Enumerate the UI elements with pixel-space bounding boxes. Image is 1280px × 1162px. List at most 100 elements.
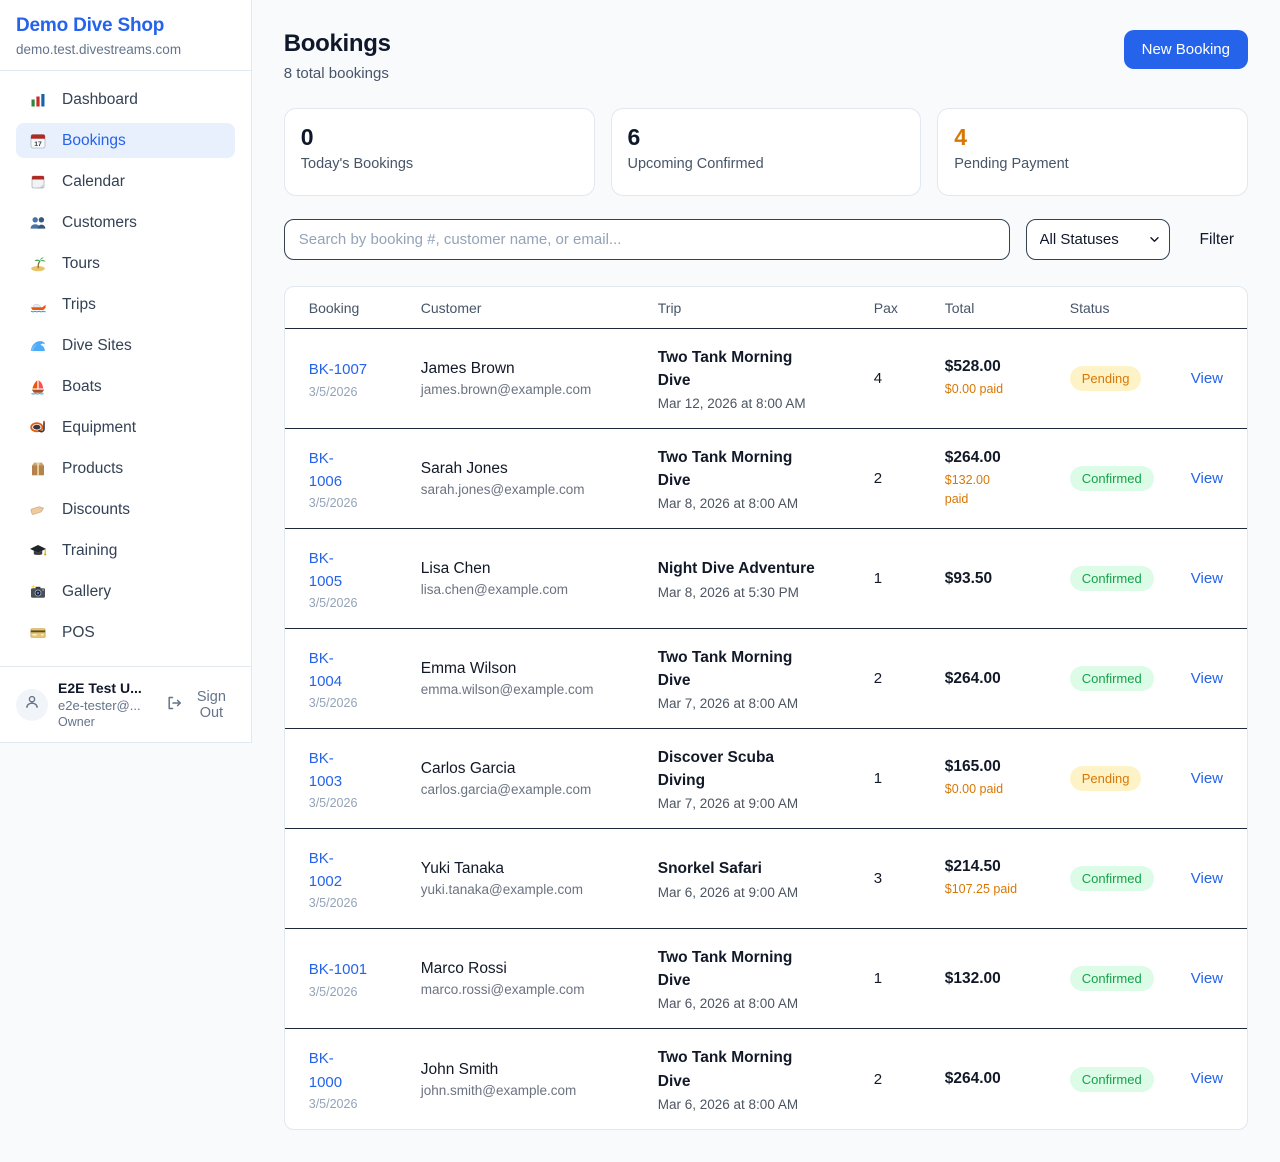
view-link[interactable]: View: [1191, 370, 1223, 387]
sign-out-label: Sign Out: [188, 689, 235, 721]
sidebar-item-products[interactable]: Products: [16, 451, 235, 486]
total-amount: $264.00: [945, 670, 1070, 688]
search-input[interactable]: [284, 219, 1010, 260]
new-booking-button[interactable]: New Booking: [1124, 30, 1248, 69]
calendar-date-icon: 17: [28, 131, 47, 150]
pax-count: 1: [874, 570, 945, 587]
booking-date: 3/5/2026: [309, 696, 421, 710]
diving-mask-icon: [28, 418, 47, 437]
customer-name: John Smith: [421, 1061, 658, 1079]
column-header-customer: Customer: [421, 300, 658, 316]
view-link[interactable]: View: [1191, 670, 1223, 687]
avatar: [16, 689, 48, 721]
camera-flash-icon: [28, 582, 47, 601]
package-icon: [28, 459, 47, 478]
booking-id-link[interactable]: BK-1001: [309, 958, 367, 981]
speedboat-icon: [28, 295, 47, 314]
total-amount: $264.00: [945, 1070, 1070, 1088]
booking-id-link[interactable]: BK- 1005: [309, 547, 342, 594]
customer-name: Emma Wilson: [421, 660, 658, 678]
status-badge: Confirmed: [1070, 466, 1154, 491]
sidebar-item-dashboard[interactable]: Dashboard: [16, 82, 235, 117]
sidebar-item-label: Discounts: [62, 501, 130, 519]
customer-name: Yuki Tanaka: [421, 860, 658, 878]
user-name: E2E Test U...: [58, 680, 156, 696]
user-role: Owner: [58, 715, 156, 729]
booking-id-link[interactable]: BK- 1002: [309, 847, 342, 894]
sidebar-item-label: Customers: [62, 214, 137, 232]
sign-out-button[interactable]: Sign Out: [166, 689, 235, 721]
booking-id-link[interactable]: BK- 1003: [309, 747, 342, 794]
customer-email: james.brown@example.com: [421, 382, 658, 397]
column-header-booking: Booking: [309, 300, 421, 316]
status-badge: Confirmed: [1070, 666, 1154, 691]
sidebar-item-discounts[interactable]: Discounts: [16, 492, 235, 527]
sidebar-item-boats[interactable]: Boats: [16, 369, 235, 404]
view-link[interactable]: View: [1191, 570, 1223, 587]
column-header-total: Total: [945, 300, 1070, 316]
trip-name: Two Tank Morning Dive: [658, 646, 874, 693]
sidebar-item-dive-sites[interactable]: Dive Sites: [16, 328, 235, 363]
filter-button[interactable]: Filter: [1186, 231, 1248, 249]
pax-count: 2: [874, 470, 945, 487]
sidebar-nav: Dashboard 17 Bookings Calendar Customers…: [0, 71, 251, 666]
customer-name: Sarah Jones: [421, 460, 658, 478]
brand: Demo Dive Shop demo.test.divestreams.com: [0, 0, 251, 71]
view-link[interactable]: View: [1191, 770, 1223, 787]
page-title: Bookings: [284, 30, 391, 58]
user-box: E2E Test U... e2e-tester@... Owner Sign …: [0, 666, 251, 742]
trip-datetime: Mar 6, 2026 at 8:00 AM: [658, 996, 874, 1011]
sidebar-item-bookings[interactable]: 17 Bookings: [16, 123, 235, 158]
stat-label: Upcoming Confirmed: [628, 156, 905, 172]
graduation-cap-icon: [28, 541, 47, 560]
customer-name: Carlos Garcia: [421, 760, 658, 778]
sidebar-item-training[interactable]: Training: [16, 533, 235, 568]
booking-date: 3/5/2026: [309, 985, 421, 999]
brand-title: Demo Dive Shop: [16, 15, 235, 37]
stat-value: 4: [954, 124, 1231, 151]
booking-id-link[interactable]: BK- 1000: [309, 1047, 342, 1094]
trip-datetime: Mar 7, 2026 at 8:00 AM: [658, 696, 874, 711]
view-link[interactable]: View: [1191, 870, 1223, 887]
pax-count: 2: [874, 670, 945, 687]
sidebar-item-pos[interactable]: POS: [16, 615, 235, 650]
table-row: BK-10013/5/2026 Marco Rossimarco.rossi@e…: [285, 929, 1247, 1029]
sidebar-item-gallery[interactable]: Gallery: [16, 574, 235, 609]
trip-datetime: Mar 8, 2026 at 5:30 PM: [658, 585, 874, 600]
status-select[interactable]: All Statuses: [1026, 219, 1170, 260]
customer-email: john.smith@example.com: [421, 1083, 658, 1098]
person-icon: [23, 693, 41, 716]
stat-label: Today's Bookings: [301, 156, 578, 172]
sidebar-item-label: Gallery: [62, 583, 111, 601]
status-select-wrap: All Statuses: [1026, 219, 1170, 260]
sidebar-item-tours[interactable]: Tours: [16, 246, 235, 281]
booking-date: 3/5/2026: [309, 596, 421, 610]
customer-email: lisa.chen@example.com: [421, 582, 658, 597]
sidebar-item-label: Trips: [62, 296, 96, 314]
view-link[interactable]: View: [1191, 1070, 1223, 1087]
trip-name: Night Dive Adventure: [658, 557, 874, 580]
total-amount: $132.00: [945, 970, 1070, 988]
view-link[interactable]: View: [1191, 970, 1223, 987]
svg-text:17: 17: [34, 140, 42, 147]
view-link[interactable]: View: [1191, 470, 1223, 487]
customer-name: Lisa Chen: [421, 560, 658, 578]
customer-name: James Brown: [421, 360, 658, 378]
sidebar-item-label: Boats: [62, 378, 102, 396]
status-badge: Confirmed: [1070, 966, 1154, 991]
sidebar-item-label: Dive Sites: [62, 337, 132, 355]
sidebar-item-calendar[interactable]: Calendar: [16, 164, 235, 199]
table-header: Booking Customer Trip Pax Total Status: [285, 287, 1247, 329]
booking-id-link[interactable]: BK-1007: [309, 358, 367, 381]
label-tag-icon: [28, 500, 47, 519]
sidebar-item-customers[interactable]: Customers: [16, 205, 235, 240]
table-row: BK-10073/5/2026 James Brownjames.brown@e…: [285, 329, 1247, 429]
trip-name: Snorkel Safari: [658, 857, 874, 880]
sidebar-item-equipment[interactable]: Equipment: [16, 410, 235, 445]
booking-id-link[interactable]: BK- 1006: [309, 447, 342, 494]
booking-date: 3/5/2026: [309, 896, 421, 910]
customer-email: sarah.jones@example.com: [421, 482, 658, 497]
page-subtitle: 8 total bookings: [284, 65, 391, 82]
booking-id-link[interactable]: BK- 1004: [309, 647, 342, 694]
sidebar-item-trips[interactable]: Trips: [16, 287, 235, 322]
